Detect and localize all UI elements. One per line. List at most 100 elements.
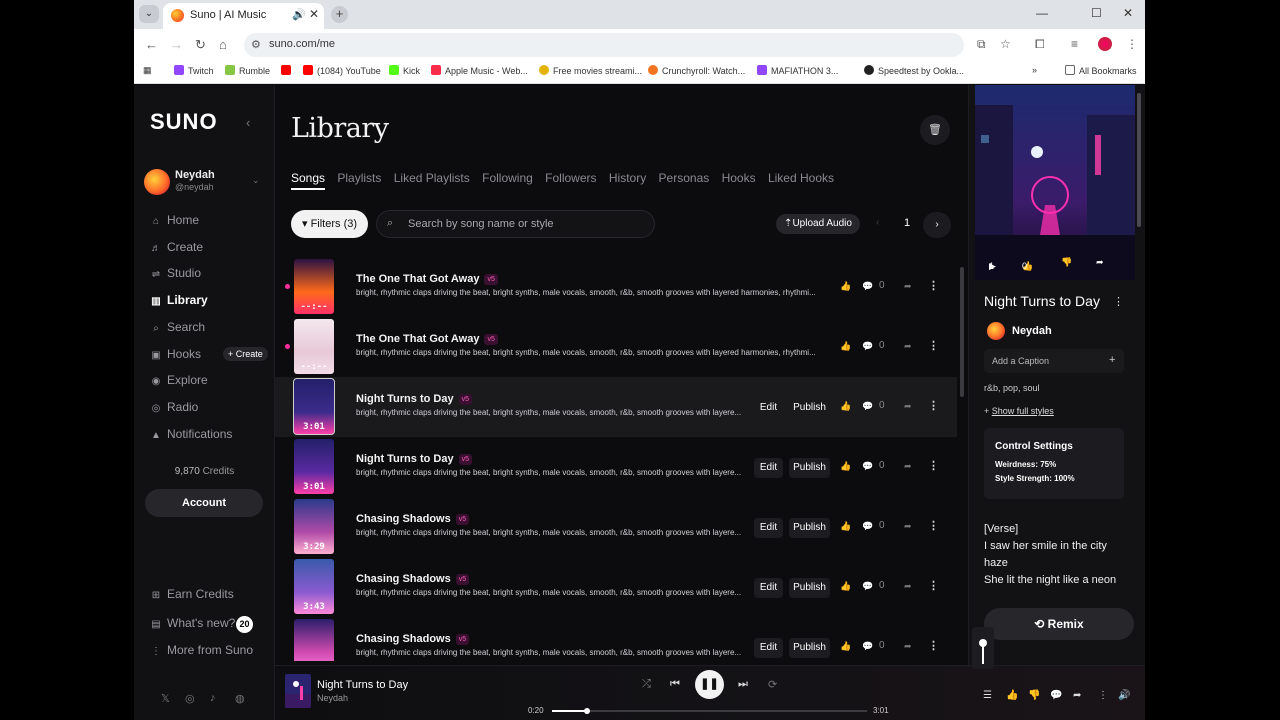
user-menu[interactable]: Neydah @neydah ⌄ bbox=[144, 169, 268, 199]
share-icon[interactable]: ➦ bbox=[904, 401, 912, 412]
song-more-icon[interactable]: ⋮ bbox=[928, 339, 939, 352]
queue-icon[interactable]: ☰ bbox=[983, 690, 992, 701]
song-cover[interactable] bbox=[294, 619, 334, 661]
bookmark-youtube[interactable]: (1084) YouTube bbox=[303, 65, 381, 76]
volume-icon[interactable]: 🔊 bbox=[1118, 690, 1130, 701]
bookmark-apple-music[interactable]: Apple Music - Web... bbox=[431, 65, 528, 76]
next-icon[interactable]: ⏭ bbox=[738, 678, 748, 691]
site-info-icon[interactable]: ⚙ bbox=[251, 38, 261, 51]
all-bookmarks[interactable]: All Bookmarks bbox=[1065, 65, 1137, 76]
player-cover-art[interactable] bbox=[285, 674, 311, 708]
progress-handle[interactable] bbox=[583, 708, 590, 714]
song-cover[interactable]: --:-- bbox=[294, 259, 334, 314]
song-title[interactable]: The One That Got Away v5 bbox=[356, 333, 498, 345]
apps-grid-icon[interactable]: ▦ bbox=[143, 65, 152, 76]
next-page-button[interactable]: › bbox=[923, 212, 951, 238]
share-icon[interactable]: ➦ bbox=[904, 581, 912, 592]
sidebar-item-create[interactable]: ♬ Create bbox=[151, 240, 203, 256]
thumbs-up-icon[interactable]: 👍 bbox=[840, 581, 851, 592]
tab-search-icon[interactable]: ⌄ bbox=[139, 5, 159, 23]
account-button[interactable]: Account bbox=[145, 489, 263, 517]
cover-art[interactable] bbox=[975, 85, 1135, 280]
back-icon[interactable]: ← bbox=[145, 37, 158, 52]
hooks-create-button[interactable]: + Create bbox=[223, 347, 268, 361]
comment-icon[interactable]: 💬 bbox=[862, 281, 873, 292]
forward-icon[interactable]: → bbox=[170, 37, 183, 52]
thumbs-up-icon[interactable]: 👍 bbox=[840, 341, 851, 352]
bookmark-free-movies[interactable]: Free movies streami... bbox=[539, 65, 642, 76]
publish-button[interactable]: Publish bbox=[789, 398, 830, 418]
song-more-icon[interactable]: ⋮ bbox=[928, 279, 939, 292]
close-window-icon[interactable]: ✕ bbox=[1123, 6, 1133, 20]
shuffle-icon[interactable]: ⤮ bbox=[642, 678, 651, 691]
song-cover[interactable]: 3:43 bbox=[294, 559, 334, 614]
comment-icon[interactable]: 💬 bbox=[862, 581, 873, 592]
share-icon[interactable]: ➦ bbox=[1096, 257, 1104, 268]
trash-button[interactable]: 🗑 bbox=[920, 115, 950, 145]
tab-liked-hooks[interactable]: Liked Hooks bbox=[768, 171, 834, 185]
comment-icon[interactable]: 💬 bbox=[1050, 690, 1062, 701]
thumbs-up-icon[interactable]: 👍 bbox=[1006, 690, 1018, 701]
close-tab-icon[interactable]: ✕ bbox=[309, 7, 319, 21]
song-cover[interactable]: 3:01 bbox=[294, 439, 334, 494]
pause-button[interactable]: ❚❚ bbox=[695, 670, 724, 699]
song-more-icon[interactable]: ⋮ bbox=[928, 519, 939, 532]
sidebar-item-hooks[interactable]: ▣ Hooks bbox=[151, 347, 201, 363]
bookmark-star-icon[interactable]: ☆ bbox=[1000, 37, 1011, 51]
song-cover[interactable]: --:-- bbox=[294, 319, 334, 374]
upload-audio-button[interactable]: ⇡Upload Audio bbox=[776, 214, 860, 234]
publish-button[interactable]: Publish bbox=[789, 638, 830, 658]
song-row[interactable]: Chasing Shadows v5 bright, rhythmic claps … bbox=[275, 617, 957, 661]
detail-more-icon[interactable]: ⋮ bbox=[1113, 295, 1124, 308]
collapse-sidebar-icon[interactable]: ‹ bbox=[246, 115, 250, 130]
sidebar-item-library[interactable]: ▥ Library bbox=[151, 293, 207, 309]
song-more-icon[interactable]: ⋮ bbox=[928, 459, 939, 472]
song-row[interactable]: 3:01 Night Turns to Day v5 bright, rhythmic… bbox=[275, 377, 957, 437]
thumbs-up-icon[interactable]: 👍 bbox=[840, 401, 851, 412]
tiktok-icon[interactable]: ♪ bbox=[210, 692, 216, 704]
sidebar-item-studio[interactable]: ⇌ Studio bbox=[151, 266, 201, 282]
comment-icon[interactable]: 💬 bbox=[862, 641, 873, 652]
remix-button[interactable]: ⟲ Remix bbox=[984, 608, 1134, 640]
detail-artist[interactable]: Neydah bbox=[1012, 325, 1052, 337]
song-more-icon[interactable]: ⋮ bbox=[928, 579, 939, 592]
address-bar[interactable]: ⚙ suno.com/me bbox=[244, 33, 964, 57]
bookmark-kick[interactable]: Kick bbox=[389, 65, 420, 76]
extensions-icon[interactable]: ⧠ bbox=[1035, 37, 1045, 52]
bookmark-crunchyroll[interactable]: Crunchyroll: Watch... bbox=[648, 65, 745, 76]
repeat-icon[interactable]: ⟳ bbox=[768, 678, 777, 691]
song-cover[interactable]: 3:29 bbox=[294, 499, 334, 554]
song-title[interactable]: Night Turns to Day v5 bbox=[356, 453, 472, 465]
song-title[interactable]: Night Turns to Day v5 bbox=[356, 393, 472, 405]
publish-button[interactable]: Publish bbox=[789, 458, 830, 478]
thumbs-up-icon[interactable]: 👍 bbox=[840, 521, 851, 532]
profile-avatar[interactable] bbox=[1098, 37, 1112, 51]
more-from-suno-link[interactable]: ⋮ More from Suno bbox=[151, 643, 253, 659]
bookmark-speedtest[interactable]: Speedtest by Ookla... bbox=[864, 65, 964, 76]
song-row[interactable]: 3:01 Night Turns to Day v5 bright, rhythmic… bbox=[275, 437, 957, 497]
detail-scrollbar[interactable] bbox=[1137, 93, 1141, 227]
comment-icon[interactable]: 💬 bbox=[862, 341, 873, 352]
player-title[interactable]: Night Turns to Day bbox=[317, 679, 408, 691]
cast-icon[interactable]: ⧉ bbox=[977, 37, 986, 52]
song-title[interactable]: Chasing Shadows v5 bbox=[356, 513, 470, 525]
tab-songs[interactable]: Songs bbox=[291, 171, 326, 190]
song-row[interactable]: 3:29 Chasing Shadows v5 bright, rhythmic cl… bbox=[275, 497, 957, 557]
edit-button[interactable]: Edit bbox=[754, 518, 783, 538]
minimize-icon[interactable]: — bbox=[1036, 6, 1048, 20]
edit-button[interactable]: Edit bbox=[754, 398, 783, 418]
avatar[interactable] bbox=[987, 322, 1005, 340]
thumbs-up-icon[interactable]: 👍 bbox=[840, 281, 851, 292]
edit-button[interactable]: Edit bbox=[754, 458, 783, 478]
home-browser-icon[interactable]: ⌂ bbox=[219, 37, 227, 52]
comment-icon[interactable]: 💬 bbox=[862, 521, 873, 532]
publish-button[interactable]: Publish bbox=[789, 518, 830, 538]
bookmark-twitch[interactable]: Twitch bbox=[174, 65, 214, 76]
tab-hooks[interactable]: Hooks bbox=[722, 171, 756, 185]
song-more-icon[interactable]: ⋮ bbox=[928, 639, 939, 652]
song-cover[interactable]: 3:01 bbox=[293, 378, 335, 435]
discord-icon[interactable]: ◍ bbox=[235, 692, 245, 705]
maximize-icon[interactable]: ☐ bbox=[1091, 6, 1102, 20]
volume-slider[interactable] bbox=[972, 627, 994, 669]
song-row[interactable]: --:-- The One That Got Away v5 bright, rhyt… bbox=[275, 317, 957, 377]
